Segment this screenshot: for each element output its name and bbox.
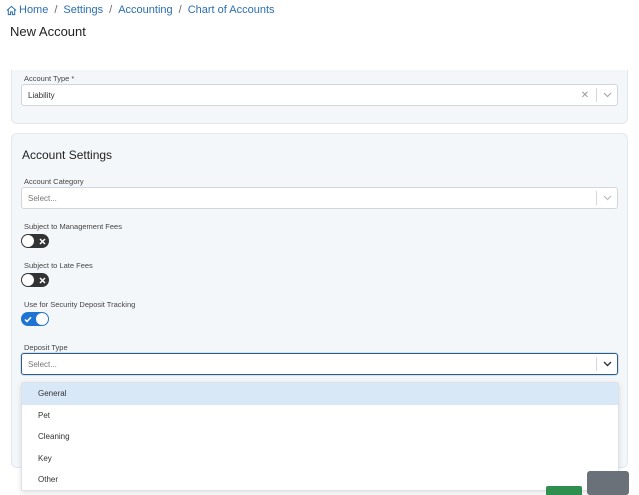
- home-icon[interactable]: [6, 5, 17, 16]
- clear-icon[interactable]: ✕: [574, 90, 596, 101]
- late-fees-label: Subject to Late Fees: [24, 261, 93, 270]
- account-category-label: Account Category: [24, 177, 84, 186]
- deposit-type-placeholder: Select...: [28, 359, 57, 369]
- security-deposit-toggle[interactable]: [21, 312, 49, 326]
- breadcrumb: Home / Settings / Accounting / Chart of …: [6, 4, 275, 16]
- check-icon: [24, 312, 32, 326]
- chevron-down-icon[interactable]: [597, 354, 617, 374]
- deposit-type-option-general[interactable]: General: [22, 383, 618, 405]
- save-button[interactable]: [546, 486, 582, 495]
- toggle-knob: [22, 274, 34, 286]
- breadcrumb-accounting-link[interactable]: Accounting: [118, 4, 172, 16]
- account-type-select[interactable]: Liability ✕: [21, 84, 618, 106]
- x-icon: [39, 273, 46, 287]
- management-fees-toggle[interactable]: [21, 234, 49, 248]
- cancel-button[interactable]: [587, 471, 629, 495]
- account-category-select[interactable]: Select...: [21, 187, 618, 209]
- late-fees-toggle[interactable]: [21, 273, 49, 287]
- x-icon: [39, 234, 46, 248]
- breadcrumb-settings-link[interactable]: Settings: [63, 4, 103, 16]
- breadcrumb-separator: /: [109, 4, 113, 16]
- account-settings-title: Account Settings: [22, 148, 113, 162]
- deposit-type-option-other[interactable]: Other: [22, 469, 618, 491]
- deposit-type-option-key[interactable]: Key: [22, 448, 618, 470]
- security-deposit-label: Use for Security Deposit Tracking: [24, 300, 136, 309]
- account-type-card: Account Type * Liability ✕: [11, 70, 628, 124]
- breadcrumb-separator: /: [178, 4, 182, 16]
- toggle-knob: [22, 235, 34, 247]
- account-category-placeholder: Select...: [28, 193, 57, 203]
- deposit-type-option-cleaning[interactable]: Cleaning: [22, 426, 618, 448]
- deposit-type-option-pet[interactable]: Pet: [22, 405, 618, 427]
- breadcrumb-chart-of-accounts-link[interactable]: Chart of Accounts: [188, 4, 275, 16]
- page-title: New Account: [10, 24, 86, 39]
- chevron-down-icon[interactable]: [597, 188, 617, 208]
- deposit-type-label: Deposit Type: [24, 343, 68, 352]
- account-type-label: Account Type *: [24, 74, 75, 83]
- breadcrumb-separator: /: [54, 4, 58, 16]
- account-type-value: Liability: [28, 90, 55, 100]
- deposit-type-select[interactable]: Select...: [21, 353, 618, 375]
- management-fees-label: Subject to Management Fees: [24, 222, 122, 231]
- breadcrumb-home-link[interactable]: Home: [19, 4, 48, 16]
- toggle-knob: [36, 313, 48, 325]
- deposit-type-dropdown: General Pet Cleaning Key Other: [21, 382, 619, 491]
- chevron-down-icon[interactable]: [597, 85, 617, 105]
